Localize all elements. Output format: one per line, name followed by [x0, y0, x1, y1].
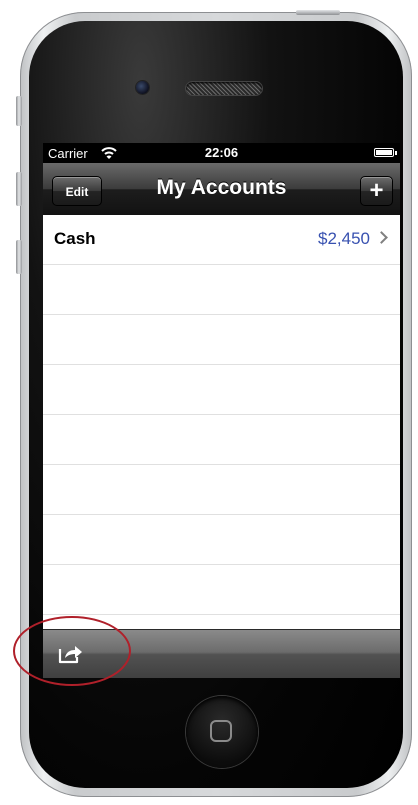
account-balance: $2,450 — [318, 229, 370, 248]
battery-icon — [374, 148, 394, 157]
chevron-right-icon — [375, 231, 388, 244]
mute-switch — [16, 96, 22, 126]
page-title: My Accounts — [156, 176, 287, 199]
earpiece-speaker — [186, 82, 262, 95]
annotation-highlight-ellipse — [13, 616, 131, 686]
add-account-button[interactable]: + — [360, 176, 393, 206]
account-name: Cash — [54, 229, 96, 248]
empty-row — [43, 365, 400, 415]
volume-down-button — [16, 240, 22, 274]
account-row[interactable]: Cash $2,450 — [43, 215, 400, 265]
sleep-button — [296, 10, 340, 15]
empty-row — [43, 265, 400, 315]
volume-up-button — [16, 172, 22, 206]
status-time: 22:06 — [204, 145, 239, 160]
status-bar: Carrier 22:06 — [43, 143, 400, 163]
empty-row — [43, 415, 400, 465]
home-button[interactable] — [186, 696, 258, 768]
empty-row — [43, 465, 400, 515]
empty-row — [43, 515, 400, 565]
home-square-icon — [210, 720, 232, 742]
empty-row — [43, 565, 400, 615]
accounts-table: Cash $2,450 — [43, 215, 400, 629]
front-camera — [136, 81, 149, 94]
battery-tip — [395, 151, 397, 155]
navigation-bar: Edit My Accounts + — [43, 163, 400, 216]
empty-row — [43, 315, 400, 365]
screen: Carrier 22:06 Edit My Accounts + Cash $2… — [43, 143, 400, 678]
